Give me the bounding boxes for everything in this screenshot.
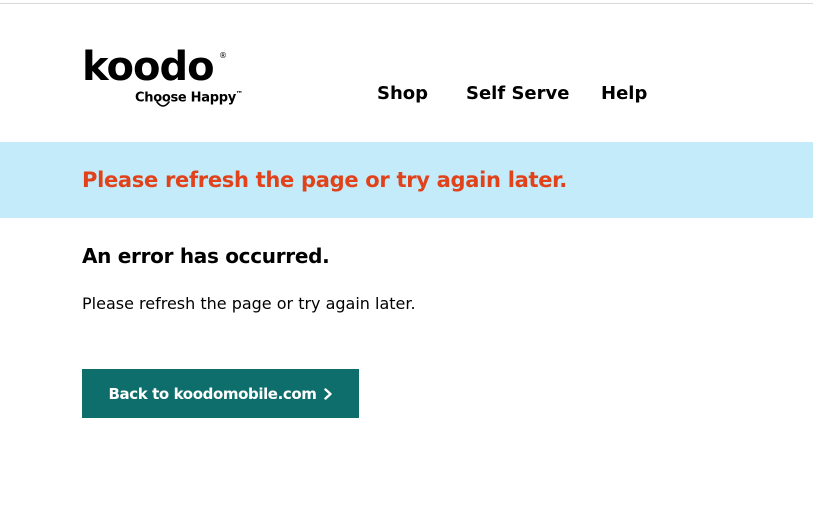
nav-item-help[interactable]: Help xyxy=(601,83,647,105)
nav-item-self-serve[interactable]: Self Serve xyxy=(466,83,569,105)
error-banner: Please refresh the page or try again lat… xyxy=(0,142,813,218)
chevron-right-icon xyxy=(323,387,332,400)
main-nav: Shop Self Serve Help xyxy=(0,4,813,142)
error-description: Please refresh the page or try again lat… xyxy=(82,294,416,313)
banner-message: Please refresh the page or try again lat… xyxy=(82,168,567,192)
back-button-label: Back to koodomobile.com xyxy=(108,384,317,403)
nav-item-shop[interactable]: Shop xyxy=(377,83,428,105)
error-heading: An error has occurred. xyxy=(82,244,330,268)
site-header: koodo ® Choose Happy™ Shop Self Serve He… xyxy=(0,4,813,142)
back-to-home-button[interactable]: Back to koodomobile.com xyxy=(82,369,359,418)
